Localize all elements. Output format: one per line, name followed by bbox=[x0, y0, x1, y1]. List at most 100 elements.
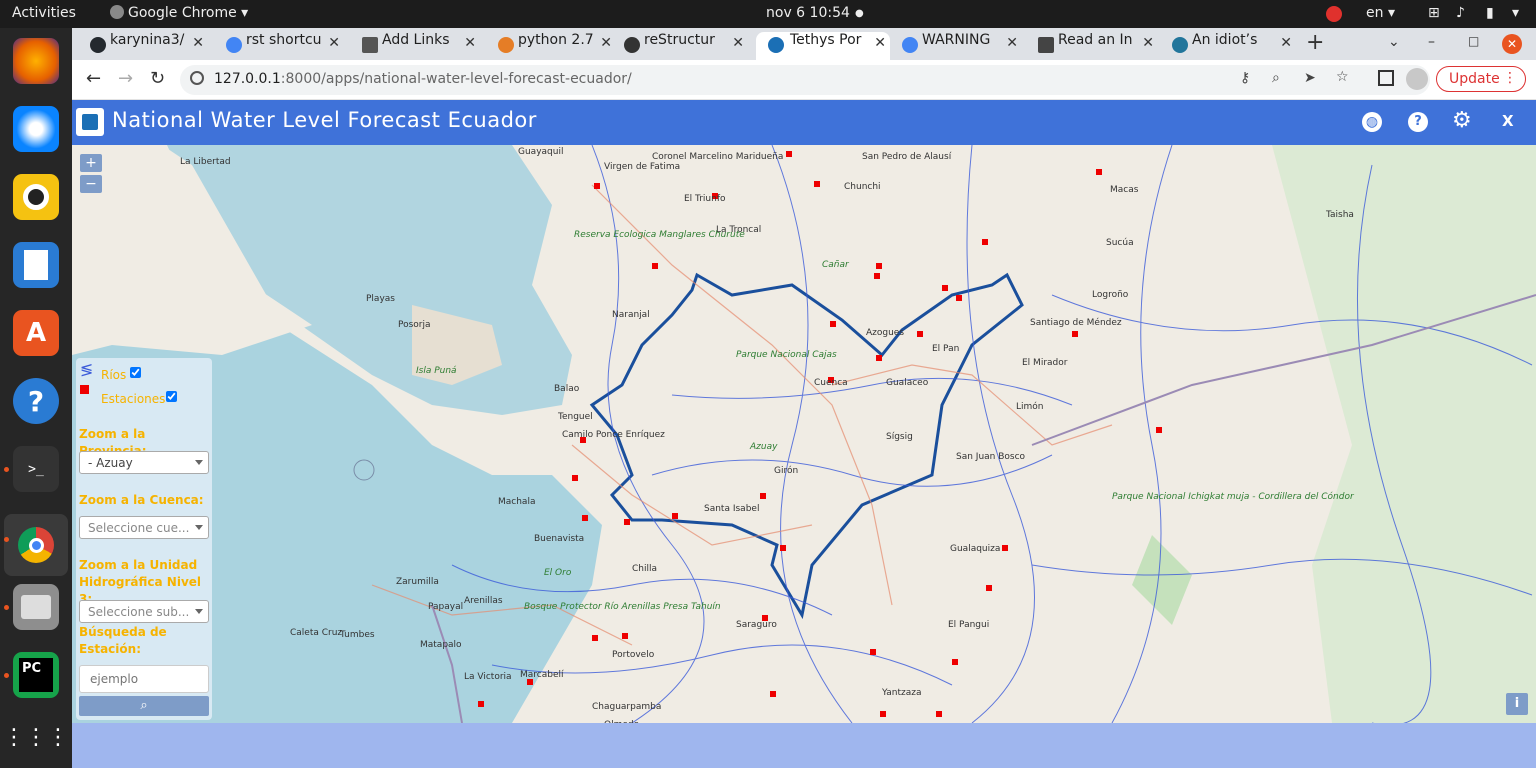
place-label: Parque Nacional Cajas bbox=[736, 350, 837, 360]
help-icon[interactable]: ? bbox=[1408, 112, 1428, 132]
app-close-button[interactable]: X bbox=[1502, 112, 1514, 130]
place-label: Azuay bbox=[750, 442, 778, 452]
thunderbird-icon[interactable] bbox=[13, 106, 59, 152]
tab[interactable]: Add Links ✕ bbox=[362, 32, 480, 60]
chrome-icon[interactable] bbox=[4, 514, 68, 576]
tab[interactable]: reStructur ✕ bbox=[624, 32, 748, 60]
more-menu-icon[interactable]: ⋮ bbox=[1503, 70, 1517, 86]
activities-button[interactable]: Activities bbox=[12, 5, 76, 21]
tab-close-icon[interactable]: ✕ bbox=[1280, 35, 1292, 51]
tab[interactable]: rst shortcu ✕ bbox=[226, 32, 344, 60]
system-menu-icon[interactable]: ▾ bbox=[1512, 5, 1519, 21]
place-label: Tumbes bbox=[340, 630, 375, 640]
battery-icon[interactable]: ▮ bbox=[1486, 5, 1494, 21]
station-search-input[interactable] bbox=[79, 665, 209, 693]
tab-close-icon[interactable]: ✕ bbox=[1142, 35, 1154, 51]
place-label: Parque Nacional Ichigkat muja - Cordille… bbox=[1112, 492, 1354, 502]
toolbar: ← → ↻ 127.0.0.1:8000/apps/national-water… bbox=[72, 60, 1536, 100]
profile-avatar[interactable] bbox=[1406, 68, 1428, 90]
forward-icon[interactable]: → bbox=[118, 68, 133, 89]
tab-close-icon[interactable]: ✕ bbox=[192, 35, 204, 51]
place-label: Chunchi bbox=[844, 182, 881, 192]
reload-icon[interactable]: ↻ bbox=[150, 68, 165, 89]
apps-grid-icon[interactable]: ⋮⋮⋮ bbox=[3, 714, 69, 760]
provincia-select[interactable]: - Azuay bbox=[79, 451, 209, 474]
info-icon[interactable] bbox=[190, 71, 204, 85]
new-tab-button[interactable]: + bbox=[1306, 30, 1324, 55]
estaciones-label: Estaciones bbox=[101, 392, 166, 406]
side-panel-icon[interactable] bbox=[1378, 70, 1394, 86]
key-icon[interactable]: ⚷ bbox=[1240, 70, 1250, 86]
chevron-down-icon bbox=[195, 460, 203, 465]
tab-close-icon[interactable]: ✕ bbox=[600, 35, 612, 51]
zoom-icon[interactable]: ⌕ bbox=[1272, 70, 1280, 86]
app-logo-icon[interactable] bbox=[76, 108, 104, 136]
maximize-icon[interactable]: □ bbox=[1468, 34, 1479, 48]
zoom-in-button[interactable]: + bbox=[80, 154, 102, 172]
globe-icon[interactable]: ◍ bbox=[1362, 112, 1382, 132]
update-button[interactable]: Update ⋮ bbox=[1436, 66, 1526, 92]
place-label: Yantzaza bbox=[882, 688, 922, 698]
tab[interactable]: WARNING ✕ bbox=[902, 32, 1022, 60]
update-label: Update bbox=[1449, 71, 1500, 87]
firefox-icon[interactable] bbox=[13, 38, 59, 84]
place-label: El Pan bbox=[932, 344, 960, 354]
unidad-select[interactable]: Seleccione sub... bbox=[79, 600, 209, 623]
app-title[interactable]: National Water Level Forecast Ecuador bbox=[112, 108, 537, 132]
tab[interactable]: Read an In ✕ bbox=[1038, 32, 1158, 60]
help-icon[interactable]: ? bbox=[13, 378, 59, 424]
files-icon[interactable] bbox=[13, 584, 59, 630]
language-menu[interactable]: en ▾ bbox=[1366, 5, 1395, 21]
address-bar[interactable]: 127.0.0.1:8000/apps/national-water-level… bbox=[180, 65, 1430, 95]
settings-gear-icon[interactable]: ⚙ bbox=[1452, 108, 1472, 133]
app-menu[interactable]: Google Chrome ▾ bbox=[110, 5, 248, 21]
google-icon bbox=[902, 37, 918, 53]
pycharm-icon[interactable]: PC bbox=[13, 652, 59, 698]
place-label: Portovelo bbox=[612, 650, 655, 660]
estaciones-checkbox[interactable] bbox=[166, 391, 177, 402]
clock[interactable]: nov 6 10:54 bbox=[766, 5, 850, 21]
zoom-out-button[interactable]: − bbox=[80, 175, 102, 193]
place-label: El Pangui bbox=[948, 620, 990, 630]
map-info-button[interactable]: i bbox=[1506, 693, 1528, 715]
stackoverflow-icon bbox=[498, 37, 514, 53]
rios-checkbox[interactable] bbox=[130, 367, 141, 378]
place-label: Buenavista bbox=[534, 534, 585, 544]
back-icon[interactable]: ← bbox=[86, 68, 101, 89]
tab-search-icon[interactable]: ⌄ bbox=[1388, 34, 1400, 50]
tab-close-icon[interactable]: ✕ bbox=[874, 35, 886, 51]
software-icon[interactable]: A bbox=[13, 310, 59, 356]
park-area bbox=[1132, 535, 1192, 625]
provincia-select-value: - Azuay bbox=[88, 456, 133, 470]
rhythmbox-icon[interactable] bbox=[13, 174, 59, 220]
close-window-icon[interactable]: ✕ bbox=[1502, 34, 1522, 54]
notification-dot-icon: ● bbox=[855, 8, 864, 19]
tab-active[interactable]: Tethys Por ✕ bbox=[756, 32, 890, 60]
tab-close-icon[interactable]: ✕ bbox=[328, 35, 340, 51]
minimize-icon[interactable]: – bbox=[1428, 34, 1435, 50]
tab[interactable]: An idiot’s ✕ bbox=[1172, 32, 1296, 60]
place-label: Azogues bbox=[866, 328, 905, 338]
terminal-icon[interactable]: >_ bbox=[13, 446, 59, 492]
search-button[interactable]: ⌕ bbox=[79, 696, 209, 716]
libreoffice-writer-icon[interactable] bbox=[13, 242, 59, 288]
url-text: 127.0.0.1:8000/apps/national-water-level… bbox=[214, 71, 632, 87]
tab-close-icon[interactable]: ✕ bbox=[732, 35, 744, 51]
tab-label: Read an In bbox=[1058, 32, 1133, 48]
tab-close-icon[interactable]: ✕ bbox=[464, 35, 476, 51]
network-icon[interactable]: ⊞ bbox=[1428, 5, 1440, 21]
place-label: El Oro bbox=[544, 568, 572, 578]
send-icon[interactable]: ➤ bbox=[1304, 70, 1316, 86]
tab-close-icon[interactable]: ✕ bbox=[1006, 35, 1018, 51]
cuenca-select[interactable]: Seleccione cue... bbox=[79, 516, 209, 539]
zoom-cuenca-label: Zoom a la Cuenca: bbox=[79, 493, 204, 507]
volume-icon[interactable]: ♪ bbox=[1456, 5, 1465, 21]
place-label: Camilo Ponce Enríquez bbox=[562, 430, 665, 440]
place-label: Cañar bbox=[822, 260, 849, 270]
bookmark-star-icon[interactable]: ☆ bbox=[1336, 69, 1349, 85]
language-label: en bbox=[1366, 5, 1384, 21]
tab[interactable]: python 2.7 ✕ bbox=[498, 32, 616, 60]
map-canvas[interactable]: i + − ≶ Ríos Estaciones Zoom a la Provin… bbox=[72, 145, 1536, 723]
tab[interactable]: karynina3/ ✕ bbox=[90, 32, 208, 60]
do-not-disturb-icon[interactable] bbox=[1326, 6, 1342, 22]
